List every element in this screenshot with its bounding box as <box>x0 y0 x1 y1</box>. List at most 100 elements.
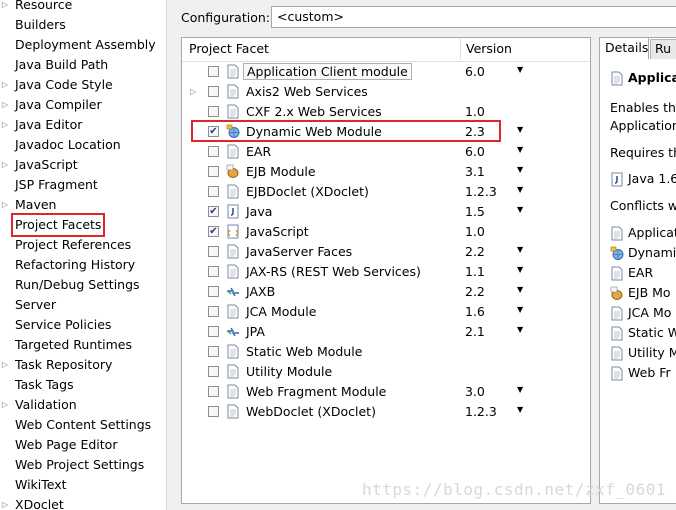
facet-row[interactable]: ✔ Java 1.5 ▼ <box>182 202 590 222</box>
facet-name: Static Web Module <box>246 344 363 359</box>
facet-row[interactable]: JavaServer Faces 2.2 ▼ <box>182 242 590 262</box>
details-requires: Requires th <box>610 145 676 160</box>
conflict-item: Web Fr <box>628 365 671 380</box>
facet-row[interactable]: EJBDoclet (XDoclet) 1.2.3 ▼ <box>182 182 590 202</box>
facet-checkbox[interactable] <box>208 406 219 417</box>
expand-arrow-icon[interactable]: ▷ <box>0 75 10 95</box>
facet-checkbox[interactable] <box>208 186 219 197</box>
nav-item-label: JavaScript <box>15 157 78 172</box>
properties-nav-tree: ▷ Resource Builders Deployment Assembly Java… <box>0 0 167 510</box>
globe-icon <box>226 124 240 139</box>
details-requires-item: Java 1.6 <box>628 171 676 186</box>
conflict-item: Utility M <box>628 345 676 360</box>
version-dropdown-icon[interactable]: ▼ <box>517 405 523 414</box>
facet-checkbox[interactable] <box>208 306 219 317</box>
facet-checkbox[interactable] <box>208 366 219 377</box>
version-dropdown-icon[interactable]: ▼ <box>517 145 523 154</box>
watermark: https://blog.csdn.net/zxf_0601 <box>362 480 666 499</box>
conflict-item: EAR <box>628 265 654 280</box>
facet-version: 1.2.3 <box>465 404 497 419</box>
expand-arrow-icon[interactable]: ▷ <box>0 195 10 215</box>
facet-row[interactable]: JAX-RS (REST Web Services) 1.1 ▼ <box>182 262 590 282</box>
expand-arrow-icon[interactable]: ▷ <box>0 155 10 175</box>
facet-checkbox[interactable] <box>208 326 219 337</box>
facet-checkbox[interactable]: ✔ <box>208 226 219 237</box>
expand-arrow-icon[interactable]: ▷ <box>0 0 10 15</box>
tab-runtimes[interactable]: Ru <box>650 39 676 59</box>
details-enables-line2: Application <box>610 118 676 133</box>
facet-row[interactable]: EJB Module 3.1 ▼ <box>182 162 590 182</box>
facet-checkbox[interactable] <box>208 146 219 157</box>
facet-version: 3.0 <box>465 384 485 399</box>
version-dropdown-icon[interactable]: ▼ <box>517 325 523 334</box>
configuration-select[interactable]: <custom> <box>271 6 676 28</box>
facet-version: 1.0 <box>465 104 485 119</box>
expand-arrow-icon[interactable]: ▷ <box>190 87 196 96</box>
expand-arrow-icon[interactable]: ▷ <box>0 495 10 510</box>
col-header-facet[interactable]: Project Facet <box>189 41 269 56</box>
facet-row[interactable]: JCA Module 1.6 ▼ <box>182 302 590 322</box>
facet-name: JAXB <box>246 284 276 299</box>
version-dropdown-icon[interactable]: ▼ <box>517 265 523 274</box>
nav-item-label: Validation <box>15 397 77 412</box>
facet-checkbox[interactable] <box>208 266 219 277</box>
version-dropdown-icon[interactable]: ▼ <box>517 65 523 74</box>
nav-item-label: Resource <box>15 0 73 12</box>
facet-row[interactable]: CXF 2.x Web Services 1.0 <box>182 102 590 122</box>
page-icon <box>226 244 240 259</box>
facet-row[interactable]: WebDoclet (XDoclet) 1.2.3 ▼ <box>182 402 590 422</box>
version-dropdown-icon[interactable]: ▼ <box>517 165 523 174</box>
conflict-item: JCA Mo <box>628 305 672 320</box>
tab-details[interactable]: Details <box>599 37 649 59</box>
facet-row[interactable]: ▷ Axis2 Web Services <box>182 82 590 102</box>
facet-row[interactable]: JAXB 2.2 ▼ <box>182 282 590 302</box>
facet-checkbox[interactable]: ✔ <box>208 206 219 217</box>
conflict-item: EJB Mo <box>628 285 671 300</box>
facet-name: WebDoclet (XDoclet) <box>246 404 376 419</box>
facet-checkbox[interactable] <box>208 246 219 257</box>
version-dropdown-icon[interactable]: ▼ <box>517 205 523 214</box>
page-icon <box>226 364 240 379</box>
facet-row[interactable]: EAR 6.0 ▼ <box>182 142 590 162</box>
facet-checkbox[interactable] <box>208 166 219 177</box>
version-dropdown-icon[interactable]: ▼ <box>517 185 523 194</box>
facet-checkbox[interactable] <box>208 106 219 117</box>
page-icon <box>610 306 623 321</box>
facet-version: 6.0 <box>465 64 485 79</box>
nav-item-label: Deployment Assembly <box>15 37 156 52</box>
version-dropdown-icon[interactable]: ▼ <box>517 125 523 134</box>
facet-checkbox[interactable] <box>208 386 219 397</box>
page-icon <box>226 184 240 199</box>
conflict-item: Applicat <box>628 225 676 240</box>
expand-arrow-icon[interactable]: ▷ <box>0 355 10 375</box>
facet-row[interactable]: JPA 2.1 ▼ <box>182 322 590 342</box>
facet-name: Axis2 Web Services <box>246 84 368 99</box>
facet-row[interactable]: Utility Module <box>182 362 590 382</box>
facet-checkbox[interactable] <box>208 286 219 297</box>
nav-item-label: Maven <box>15 197 57 212</box>
version-dropdown-icon[interactable]: ▼ <box>517 385 523 394</box>
facet-row[interactable]: Web Fragment Module 3.0 ▼ <box>182 382 590 402</box>
nav-item-label: Task Repository <box>15 357 113 372</box>
nav-item-label: Project References <box>15 237 132 252</box>
version-dropdown-icon[interactable]: ▼ <box>517 285 523 294</box>
nav-item-label: Server <box>15 297 56 312</box>
facet-checkbox[interactable] <box>208 346 219 357</box>
facet-row[interactable]: Application Client module 6.0 ▼ <box>182 62 590 82</box>
expand-arrow-icon[interactable]: ▷ <box>0 395 10 415</box>
expand-arrow-icon[interactable]: ▷ <box>0 95 10 115</box>
page-icon <box>226 84 240 99</box>
facet-checkbox[interactable] <box>208 66 219 77</box>
facet-checkbox[interactable]: ✔ <box>208 126 219 137</box>
facet-checkbox[interactable] <box>208 86 219 97</box>
expand-arrow-icon[interactable]: ▷ <box>0 115 10 135</box>
facet-row[interactable]: ✔ Dynamic Web Module 2.3 ▼ <box>182 122 590 142</box>
col-header-version[interactable]: Version <box>466 41 512 56</box>
nav-item-label: JSP Fragment <box>15 177 98 192</box>
page-icon <box>610 346 623 361</box>
facet-row[interactable]: Static Web Module <box>182 342 590 362</box>
facet-row[interactable]: ✔ JavaScript 1.0 <box>182 222 590 242</box>
version-dropdown-icon[interactable]: ▼ <box>517 305 523 314</box>
facet-name: Java <box>246 204 273 219</box>
version-dropdown-icon[interactable]: ▼ <box>517 245 523 254</box>
